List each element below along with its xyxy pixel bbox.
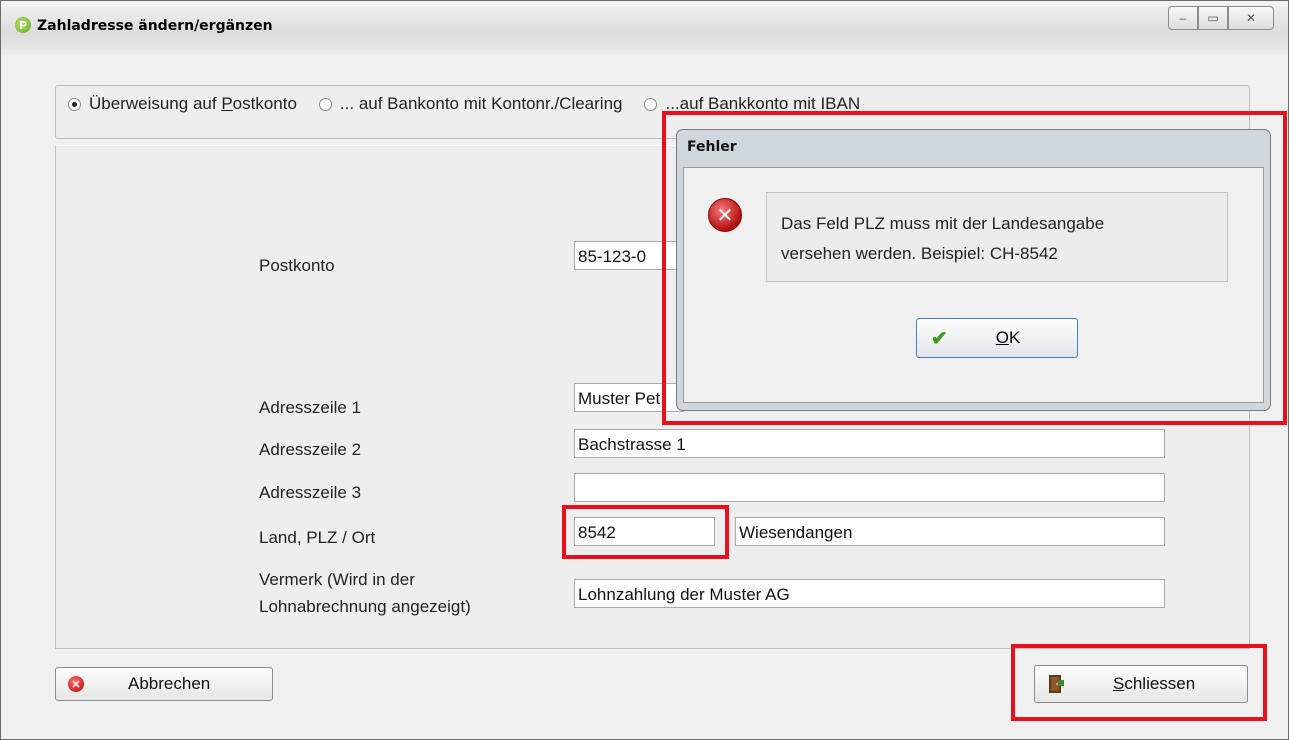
cancel-icon: ✕ — [68, 676, 84, 692]
close-window-button[interactable]: ✕ — [1228, 6, 1274, 30]
plz-ort-label: Land, PLZ / Ort — [259, 528, 376, 547]
maximize-button[interactable]: ▭ — [1198, 6, 1228, 30]
adresszeile2-input[interactable]: Bachstrasse 1 — [574, 429, 1165, 458]
app-icon: P — [15, 17, 31, 33]
highlight-plz-field — [562, 505, 729, 559]
highlight-schliessen-button — [1011, 644, 1267, 721]
window-title: Zahladresse ändern/ergänzen — [37, 18, 273, 34]
adresszeile3-input[interactable] — [574, 473, 1165, 502]
radio-postkonto-label[interactable]: Überweisung auf Postkonto — [89, 94, 297, 114]
radio-bankkonto-iban[interactable] — [644, 97, 658, 111]
vermerk-label-line1: Vermerk (Wird in der — [259, 570, 415, 589]
minimize-button[interactable]: – — [1168, 6, 1198, 30]
postkonto-label: Postkonto — [259, 256, 335, 275]
vermerk-input[interactable]: Lohnzahlung der Muster AG — [574, 579, 1165, 608]
radio-bankkonto-clearing[interactable] — [318, 97, 332, 111]
cancel-button[interactable]: ✕ Abbrechen — [55, 667, 273, 701]
main-window: P Zahladresse ändern/ergänzen – ▭ ✕ Über… — [0, 0, 1289, 740]
window-controls: – ▭ ✕ — [1168, 6, 1274, 30]
adresszeile3-label: Adresszeile 3 — [259, 483, 362, 502]
adresszeile1-label: Adresszeile 1 — [259, 398, 362, 417]
title-bar: P Zahladresse ändern/ergänzen – ▭ ✕ — [1, 1, 1288, 55]
cancel-button-label: Abbrechen — [128, 674, 211, 693]
ort-input[interactable]: Wiesendangen — [735, 517, 1165, 546]
adresszeile2-label: Adresszeile 2 — [259, 440, 362, 459]
vermerk-label-line2: Lohnabrechnung angezeigt) — [259, 597, 471, 616]
highlight-error-dialog — [662, 111, 1287, 425]
radio-postkonto[interactable] — [68, 97, 81, 111]
radio-bankkonto-clearing-label[interactable]: ... auf Bankonto mit Kontonr./Clearing — [340, 94, 623, 114]
